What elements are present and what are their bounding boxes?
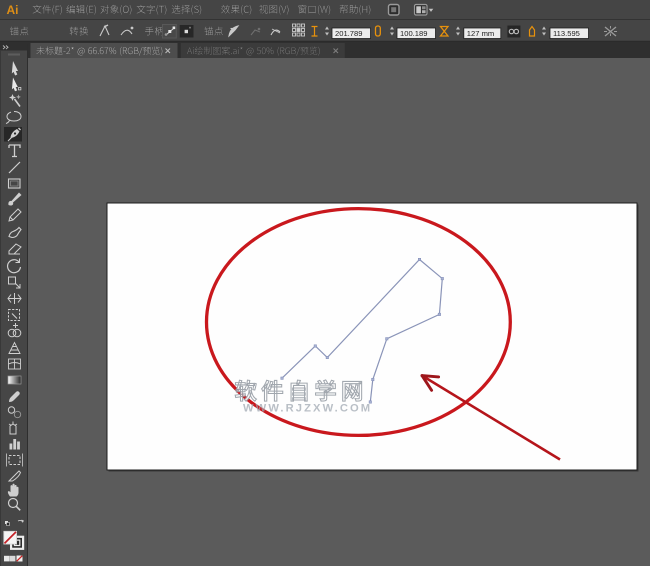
svg-text:Ai: Ai [7, 3, 19, 17]
svg-text:WWW.RJZXW.COM: WWW.RJZXW.COM [243, 403, 372, 415]
svg-text:100.189: 100.189 [400, 29, 427, 38]
svg-text:113.595: 113.595 [553, 29, 580, 38]
svg-text:127 mm: 127 mm [467, 29, 494, 38]
svg-text:201.789: 201.789 [335, 29, 362, 38]
